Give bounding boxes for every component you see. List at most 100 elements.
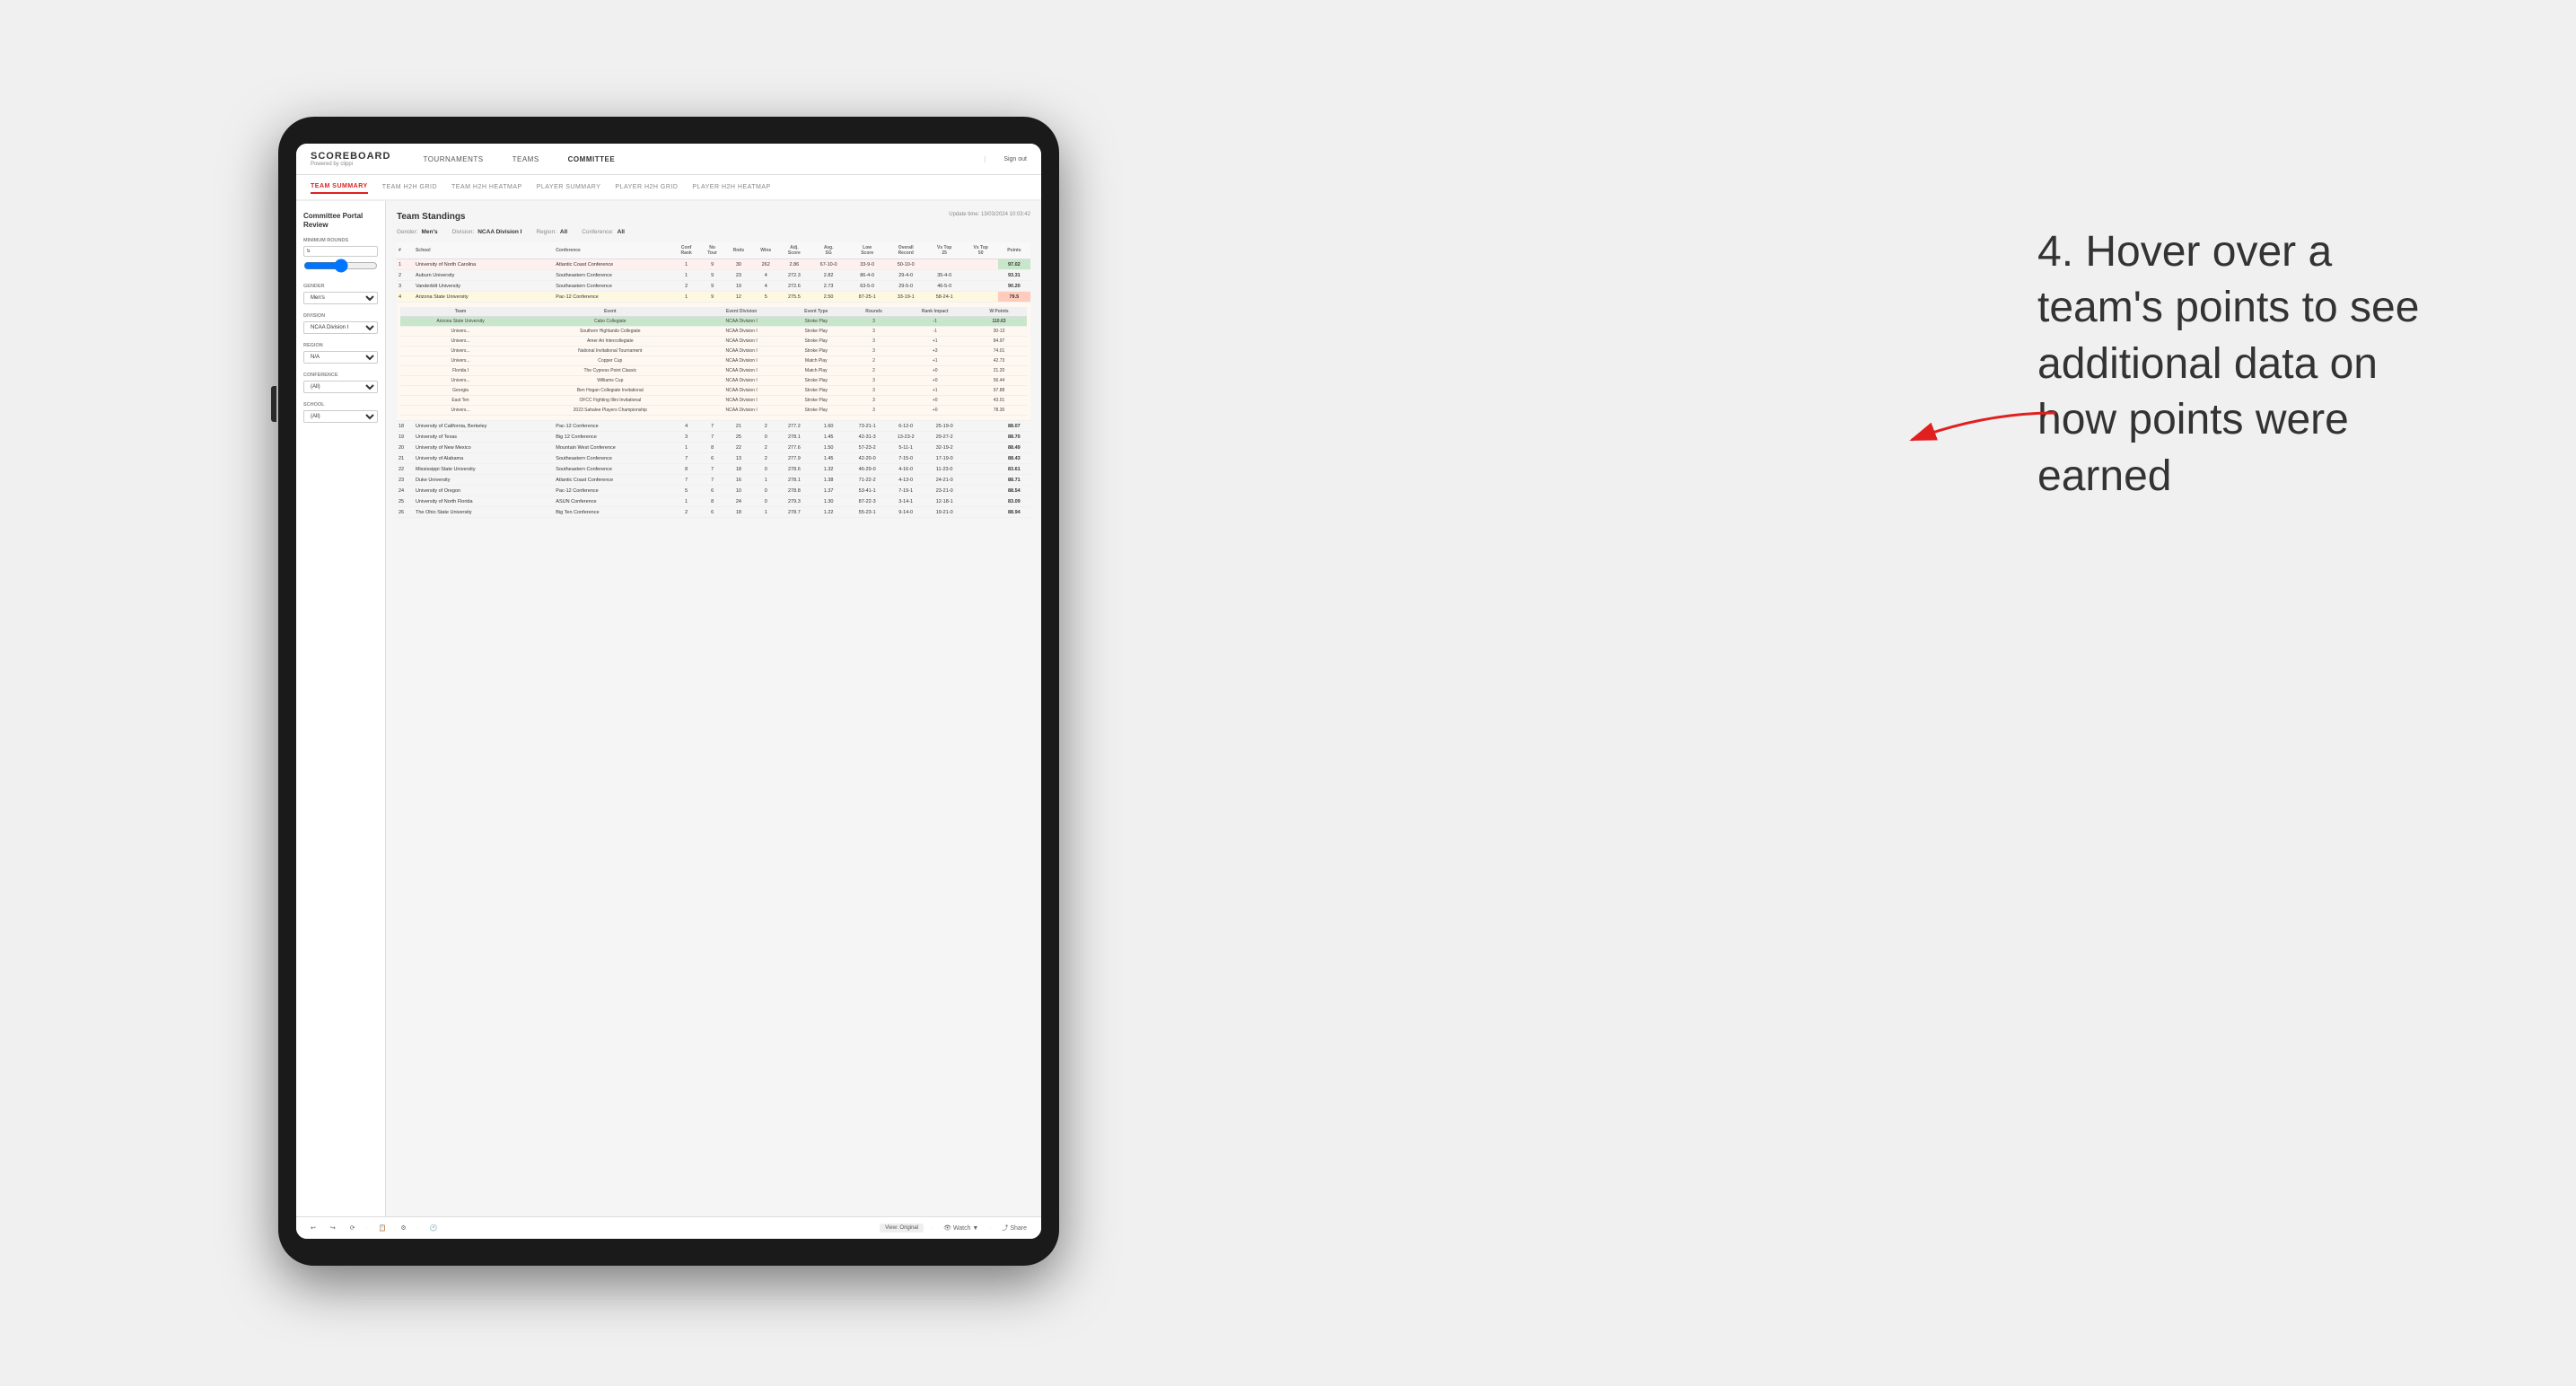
table-row[interactable]: 2 Auburn University Southeastern Confere… (397, 270, 1030, 281)
row-points[interactable]: 90.20 (998, 281, 1030, 292)
toolbar-watch[interactable]: 👁 Watch ▼ (940, 1223, 982, 1233)
toolbar-clock[interactable]: 🕐 (426, 1223, 442, 1233)
row-points[interactable]: 88.54 (998, 486, 1030, 496)
tab-team-h2h-heatmap[interactable]: TEAM H2H HEATMAP (451, 181, 522, 193)
exp-rounds: 2 (849, 366, 899, 376)
sidebar-min-rounds-slider[interactable] (303, 259, 378, 273)
row-vs-top25: 35-4-0 (925, 270, 964, 281)
row-conf-rank: 5 (672, 486, 699, 496)
row-no-tour: 7 (700, 421, 725, 432)
sidebar-region-select[interactable]: N/A (303, 351, 378, 364)
row-points[interactable]: 88.43 (998, 453, 1030, 464)
table-row[interactable]: 21 University of Alabama Southeastern Co… (397, 453, 1030, 464)
exp-team: Florida I (400, 366, 521, 376)
sidebar-school-select[interactable]: (All) (303, 410, 378, 423)
tab-player-h2h-grid[interactable]: PLAYER H2H GRID (615, 181, 678, 193)
row-rnds: 10 (724, 486, 752, 496)
exp-rounds: 3 (849, 376, 899, 386)
exp-event: Williams Cup (521, 376, 699, 386)
exp-event: OFCC Fighting Illini Invitational (521, 396, 699, 406)
row-points[interactable]: 88.07 (998, 421, 1030, 432)
row-conf-rank: 3 (672, 432, 699, 443)
row-wins: 4 (752, 281, 779, 292)
exp-col-rank-impact: Rank Impact (898, 307, 971, 317)
sidebar-min-rounds-input[interactable] (303, 246, 378, 257)
row-adj-score: 279.3 (779, 496, 810, 507)
conference-filter-label: Conference: (582, 229, 613, 235)
row-avg-sg: 1.45 (810, 453, 848, 464)
table-row[interactable]: 26 The Ohio State University Big Ten Con… (397, 507, 1030, 518)
toolbar-refresh[interactable]: ⟳ (346, 1223, 359, 1233)
expanded-detail-header-row: Team Event Event Division Event Type Rou… (397, 303, 1030, 421)
toolbar-redo[interactable]: ↪ (327, 1223, 339, 1233)
expanded-row: Univers... National Invitational Tournam… (400, 346, 1027, 356)
row-points[interactable]: 83.61 (998, 464, 1030, 475)
table-row[interactable]: 4 Arizona State University Pac-12 Confer… (397, 292, 1030, 303)
row-avg-sg: 1.45 (810, 432, 848, 443)
table-row[interactable]: 23 Duke University Atlantic Coast Confer… (397, 475, 1030, 486)
row-points[interactable]: 88.49 (998, 443, 1030, 453)
row-points[interactable]: 79.5 (998, 292, 1030, 303)
nav-tournaments[interactable]: TOURNAMENTS (417, 153, 488, 166)
row-points[interactable]: 88.71 (998, 475, 1030, 486)
toolbar-settings[interactable]: ⚙ (397, 1223, 409, 1233)
exp-type: Match Play (784, 366, 849, 376)
toolbar-share[interactable]: ⤴ Share (998, 1222, 1030, 1234)
table-row[interactable]: 18 University of California, Berkeley Pa… (397, 421, 1030, 432)
row-low-score: 33-9-0 (848, 259, 887, 270)
exp-event: The Cypress Point Classic (521, 366, 699, 376)
tab-team-h2h-grid[interactable]: TEAM H2H GRID (382, 181, 437, 193)
row-conf-rank: 7 (672, 453, 699, 464)
table-row[interactable]: 3 Vanderbilt University Southeastern Con… (397, 281, 1030, 292)
row-conference: Southeastern Conference (554, 453, 672, 464)
col-low-score: LowScore (848, 242, 887, 259)
row-conf-rank: 2 (672, 507, 699, 518)
row-rank: 2 (397, 270, 414, 281)
row-points[interactable]: 97.02 (998, 259, 1030, 270)
tab-player-h2h-heatmap[interactable]: PLAYER H2H HEATMAP (692, 181, 770, 193)
nav-teams[interactable]: TEAMS (507, 153, 545, 166)
row-rnds: 13 (724, 453, 752, 464)
sign-out-link[interactable]: Sign out (1003, 156, 1027, 162)
exp-rounds: 3 (849, 337, 899, 346)
row-low-score: 86-4-0 (848, 270, 887, 281)
exp-col-team: Team (400, 307, 521, 317)
filter-division: Division: NCAA Division I (452, 229, 522, 235)
tab-player-summary[interactable]: PLAYER SUMMARY (537, 181, 601, 193)
table-row[interactable]: 19 University of Texas Big 12 Conference… (397, 432, 1030, 443)
row-points[interactable]: 93.31 (998, 270, 1030, 281)
sidebar-division: Division NCAA Division I (303, 313, 378, 334)
tab-team-summary[interactable]: TEAM SUMMARY (311, 180, 368, 194)
row-points[interactable]: 83.09 (998, 496, 1030, 507)
exp-event: Cabo Collegiate (521, 317, 699, 327)
row-wins: 4 (752, 270, 779, 281)
table-row[interactable]: 20 University of New Mexico Mountain Wes… (397, 443, 1030, 453)
table-row[interactable]: 25 University of North Florida ASUN Conf… (397, 496, 1030, 507)
exp-type: Stroke Play (784, 386, 849, 396)
row-wins: 0 (752, 496, 779, 507)
row-vs-top25: 32-19-2 (925, 443, 964, 453)
row-wins: 2 (752, 443, 779, 453)
row-points[interactable]: 88.70 (998, 432, 1030, 443)
sidebar-conference-select[interactable]: (All) (303, 381, 378, 393)
view-toggle-button[interactable]: View: Original (880, 1224, 924, 1232)
row-vs-top50 (964, 259, 998, 270)
table-row[interactable]: 1 University of North Carolina Atlantic … (397, 259, 1030, 270)
row-adj-score: 2.86 (779, 259, 810, 270)
row-avg-sg: 1.37 (810, 486, 848, 496)
expanded-row: Georgia Ben Hogan Collegiate Invitationa… (400, 386, 1027, 396)
sidebar-division-select[interactable]: NCAA Division I (303, 321, 378, 334)
row-points[interactable]: 88.94 (998, 507, 1030, 518)
toolbar-copy[interactable]: 📋 (375, 1223, 390, 1233)
exp-division: NCAA Division I (700, 366, 784, 376)
sidebar-gender-select[interactable]: Men's (303, 292, 378, 304)
toolbar-undo[interactable]: ↩ (307, 1223, 320, 1233)
exp-w-points: 74.01 (971, 346, 1027, 356)
row-school: University of Alabama (414, 453, 554, 464)
row-avg-sg: 1.60 (810, 421, 848, 432)
tablet-screen: SCOREBOARD Powered by clippi TOURNAMENTS… (296, 144, 1041, 1239)
table-row[interactable]: 22 Mississippi State University Southeas… (397, 464, 1030, 475)
nav-committee[interactable]: COMMITTEE (563, 153, 621, 166)
table-row[interactable]: 24 University of Oregon Pac-12 Conferenc… (397, 486, 1030, 496)
row-vs-top25: 29-27-2 (925, 432, 964, 443)
